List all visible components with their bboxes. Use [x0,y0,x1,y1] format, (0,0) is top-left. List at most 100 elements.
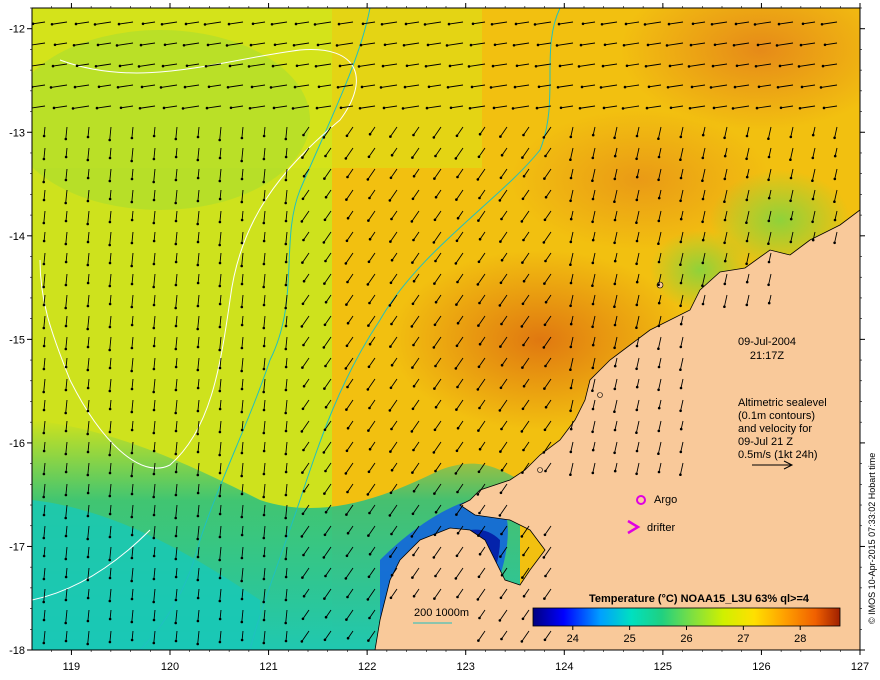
velocity-vector-head [196,596,200,600]
velocity-vector-head [86,450,90,454]
velocity-vector-head [478,447,482,451]
velocity-vector-head [86,491,90,495]
velocity-vector-head [205,106,209,110]
velocity-vector-head [711,64,715,68]
x-tick-label: 124 [555,661,573,673]
velocity-vector-head [500,153,504,157]
velocity-vector-head [745,175,749,179]
velocity-vector-head [543,323,547,327]
velocity-vector-head [218,471,222,475]
velocity-vector-head [108,576,112,580]
velocity-vector-head [206,43,210,47]
velocity-vector-head [521,366,524,369]
velocity-vector-head [284,575,288,579]
velocity-vector-head [284,534,288,538]
velocity-vector-head [152,326,156,330]
info-line-2: (0.1m contours) [738,410,815,422]
velocity-vector-head [679,263,682,267]
velocity-vector-head [152,303,156,307]
velocity-vector-head [520,430,524,433]
velocity-vector-head [667,22,671,26]
velocity-vector-head [701,156,705,160]
velocity-vector-head [269,86,273,89]
velocity-vector-head [174,557,178,561]
velocity-vector-head [500,532,503,536]
velocity-vector-head [433,492,436,495]
velocity-vector-head [345,513,348,516]
velocity-vector-head [344,157,348,160]
info-line-5: 0.5m/s (1kt 24h) [738,449,817,461]
velocity-vector-head [577,65,581,68]
velocity-vector-head [499,491,503,495]
velocity-vector-head [345,618,348,621]
velocity-vector-head [454,157,458,160]
velocity-vector-head [130,492,134,496]
velocity-vector-head [455,344,459,348]
velocity-vector-head [284,178,288,182]
velocity-vector-head [368,511,371,515]
velocity-vector-head [446,85,450,89]
velocity-vector-head [29,107,32,110]
velocity-vector-head [433,323,437,327]
velocity-vector-head [478,616,481,620]
velocity-vector-head [645,106,649,110]
velocity-vector-head [543,428,547,432]
velocity-vector-head [537,85,541,89]
velocity-vector-head [152,134,156,138]
velocity-vector-head [218,535,222,539]
velocity-vector-head [522,553,525,557]
velocity-vector-head [657,155,661,159]
velocity-vector-head [499,345,502,348]
velocity-vector-head [284,452,288,456]
velocity-vector-head [478,552,482,556]
velocity-vector-head [801,22,805,26]
velocity-vector-head [712,106,716,110]
velocity-vector-head [569,135,573,139]
velocity-vector-head [477,324,480,327]
velocity-vector-head [679,281,683,285]
velocity-vector-head [240,282,244,286]
velocity-vector-head [218,284,222,288]
velocity-vector-head [42,513,46,517]
velocity-vector-head [42,618,46,622]
velocity-vector-head [218,348,221,352]
velocity-vector-head [411,576,414,579]
velocity-vector-head [324,469,327,473]
velocity-vector-head [130,282,134,286]
velocity-vector-head [262,239,266,243]
velocity-vector-head [174,260,178,264]
velocity-vector-head [789,199,792,203]
time-label: 21:17Z [750,350,785,362]
velocity-vector-head [754,64,758,68]
velocity-vector-head [64,575,68,579]
velocity-vector-head [613,218,617,222]
velocity-vector-head [108,389,112,393]
velocity-vector-head [53,43,57,47]
velocity-vector-head [665,44,669,47]
velocity-vector-head [412,553,415,557]
colorbar-gradient [532,607,841,627]
velocity-vector-head [388,409,392,412]
velocity-vector-head [74,22,78,26]
velocity-vector-head [822,106,826,110]
velocity-vector-head [344,577,348,580]
velocity-vector-head [108,407,112,411]
velocity-vector-head [174,137,178,141]
velocity-vector-head [262,326,266,330]
velocity-vector-head [745,280,749,284]
velocity-vector-head [821,64,825,68]
velocity-vector-head [381,64,385,68]
velocity-vector-head [162,106,166,110]
velocity-vector-head [218,599,222,603]
velocity-vector-head [388,304,392,307]
velocity-vector-head [411,407,415,411]
velocity-vector-head [448,64,452,68]
velocity-vector-head [174,178,178,182]
velocity-vector-head [434,469,437,473]
velocity-vector-head [410,220,414,223]
velocity-vector-head [262,641,266,645]
velocity-vector-head [753,23,757,26]
velocity-vector-head [248,106,252,110]
velocity-vector-head [389,491,393,495]
velocity-vector-head [335,44,339,47]
